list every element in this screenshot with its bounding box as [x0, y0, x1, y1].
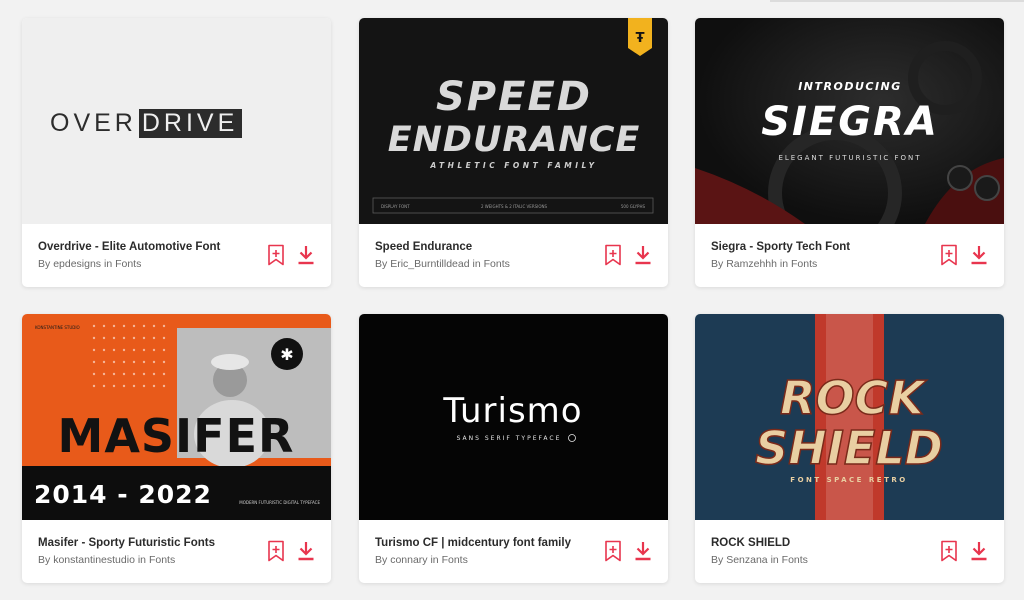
card-meta: Turismo CF | midcentury font family By c… [359, 520, 668, 583]
in-label: in [103, 258, 113, 270]
category-link[interactable]: Fonts [782, 554, 808, 566]
in-label: in [137, 554, 147, 566]
siegra-name: SIEGRA [761, 99, 939, 145]
font-preview-masifer[interactable]: ✱ KONSTANTINE STUDIO MASIFER 2014 - 2022… [22, 314, 331, 520]
in-label: in [430, 554, 439, 566]
in-label: in [770, 554, 779, 566]
font-author-line: By konstantinestudio in Fonts [38, 554, 258, 566]
in-label: in [472, 258, 481, 270]
card-meta: Overdrive - Elite Automotive Font By epd… [22, 224, 331, 287]
font-author-line: By connary in Fonts [375, 554, 595, 566]
font-card[interactable]: ✱ KONSTANTINE STUDIO MASIFER 2014 - 2022… [22, 314, 331, 583]
bookmark-icon[interactable] [603, 244, 623, 266]
rock-line2: SHIELD [755, 421, 943, 475]
turismo-tagline: SANS SERIF TYPEFACE [457, 435, 562, 442]
author-link[interactable]: connary [390, 554, 427, 566]
speed-footer-mid: 2 WEIGHTS & 2 ITALIC VERSIONS [481, 204, 547, 209]
font-title[interactable]: Masifer - Sporty Futuristic Fonts [38, 537, 258, 549]
author-link[interactable]: Eric_Burntilldead [390, 258, 469, 270]
in-label: in [779, 258, 789, 270]
by-label: By [711, 258, 724, 270]
by-label: By [38, 554, 51, 566]
author-link[interactable]: Ramzehhh [726, 258, 777, 270]
siegra-intro: INTRODUCING [798, 80, 902, 93]
font-preview-overdrive[interactable]: OVER DRIVE [22, 18, 331, 224]
turismo-artwork: Turismo SANS SERIF TYPEFACE [442, 391, 582, 442]
download-icon[interactable] [969, 540, 989, 562]
masifer-years: 2014 - 2022 [34, 480, 212, 509]
download-icon[interactable] [296, 540, 316, 562]
card-meta: ROCK SHIELD By Senzana in Fonts [695, 520, 1004, 583]
rock-tagline: FONT SPACE RETRO [790, 476, 907, 484]
overdrive-word-drive: DRIVE [138, 108, 243, 138]
rock-shield-artwork: ROCK SHIELD FONT SPACE RETRO [754, 314, 944, 520]
card-meta: Masifer - Sporty Futuristic Fonts By kon… [22, 520, 331, 583]
category-link[interactable]: Fonts [115, 258, 141, 270]
font-author-line: By epdesigns in Fonts [38, 258, 258, 270]
font-preview-speed-endurance[interactable]: Ŧ SPEED ENDURANCE ATHLETIC FONT FAMILY D… [359, 18, 668, 224]
masifer-name: MASIFER [58, 409, 295, 463]
download-icon[interactable] [633, 244, 653, 266]
download-icon[interactable] [633, 540, 653, 562]
category-link[interactable]: Fonts [442, 554, 468, 566]
category-link[interactable]: Fonts [484, 258, 510, 270]
masifer-artwork: ✱ KONSTANTINE STUDIO MASIFER 2014 - 2022… [22, 324, 331, 520]
font-title[interactable]: Overdrive - Elite Automotive Font [38, 241, 258, 253]
font-preview-siegra[interactable]: INTRODUCING SIEGRA ELEGANT FUTURISTIC FO… [695, 18, 1004, 224]
overdrive-logo: OVER DRIVE [50, 108, 306, 138]
card-meta: Siegra - Sporty Tech Font By Ramzehhh in… [695, 224, 1004, 287]
masifer-studio: KONSTANTINE STUDIO [35, 325, 80, 330]
font-title[interactable]: ROCK SHIELD [711, 537, 931, 549]
bookmark-icon[interactable] [603, 540, 623, 562]
speed-tagline: ATHLETIC FONT FAMILY [429, 161, 597, 170]
speed-line2: ENDURANCE [388, 120, 641, 160]
by-label: By [375, 554, 388, 566]
font-title[interactable]: Siegra - Sporty Tech Font [711, 241, 931, 253]
by-label: By [38, 258, 51, 270]
author-link[interactable]: konstantinestudio [53, 554, 135, 566]
speed-footer-left: DISPLAY FONT [381, 204, 410, 209]
bookmark-icon[interactable] [939, 540, 959, 562]
font-card[interactable]: OVER DRIVE Overdrive - Elite Automotive … [22, 18, 331, 287]
svg-text:✱: ✱ [280, 345, 293, 364]
turismo-name: Turismo [442, 391, 582, 431]
category-link[interactable]: Fonts [791, 258, 817, 270]
overdrive-word-over: OVER [50, 108, 137, 137]
masifer-tagline: MODERN FUTURISTIC DIGITAL TYPEFACE [239, 500, 320, 505]
bookmark-icon[interactable] [266, 540, 286, 562]
by-label: By [711, 554, 724, 566]
author-link[interactable]: epdesigns [53, 258, 101, 270]
font-title[interactable]: Speed Endurance [375, 241, 595, 253]
font-preview-turismo[interactable]: Turismo SANS SERIF TYPEFACE [359, 314, 668, 520]
font-card[interactable]: Turismo SANS SERIF TYPEFACE Turismo CF |… [359, 314, 668, 583]
by-label: By [375, 258, 388, 270]
speed-endurance-artwork: Ŧ SPEED ENDURANCE ATHLETIC FONT FAMILY D… [372, 18, 654, 214]
download-icon[interactable] [296, 244, 316, 266]
font-author-line: By Eric_Burntilldead in Fonts [375, 258, 595, 270]
font-card[interactable]: ROCK SHIELD FONT SPACE RETRO ROCK SHIELD… [695, 314, 1004, 583]
card-meta: Speed Endurance By Eric_Burntilldead in … [359, 224, 668, 287]
svg-text:Ŧ: Ŧ [636, 31, 645, 46]
download-icon[interactable] [969, 244, 989, 266]
speed-line1: SPEED [436, 74, 592, 120]
font-title[interactable]: Turismo CF | midcentury font family [375, 537, 595, 549]
font-author-line: By Ramzehhh in Fonts [711, 258, 931, 270]
font-card[interactable]: INTRODUCING SIEGRA ELEGANT FUTURISTIC FO… [695, 18, 1004, 287]
category-link[interactable]: Fonts [149, 554, 175, 566]
author-link[interactable]: Senzana [726, 554, 767, 566]
font-preview-rock-shield[interactable]: ROCK SHIELD FONT SPACE RETRO [695, 314, 1004, 520]
speed-footer-right: 500 GLYPHS [621, 204, 646, 209]
font-card[interactable]: Ŧ SPEED ENDURANCE ATHLETIC FONT FAMILY D… [359, 18, 668, 287]
siegra-tagline: ELEGANT FUTURISTIC FONT [778, 154, 921, 162]
siegra-artwork: INTRODUCING SIEGRA ELEGANT FUTURISTIC FO… [695, 41, 1004, 224]
bookmark-icon[interactable] [939, 244, 959, 266]
font-author-line: By Senzana in Fonts [711, 554, 931, 566]
rock-line1: ROCK [780, 371, 927, 425]
top-search-edge [770, 0, 1024, 2]
bookmark-icon[interactable] [266, 244, 286, 266]
